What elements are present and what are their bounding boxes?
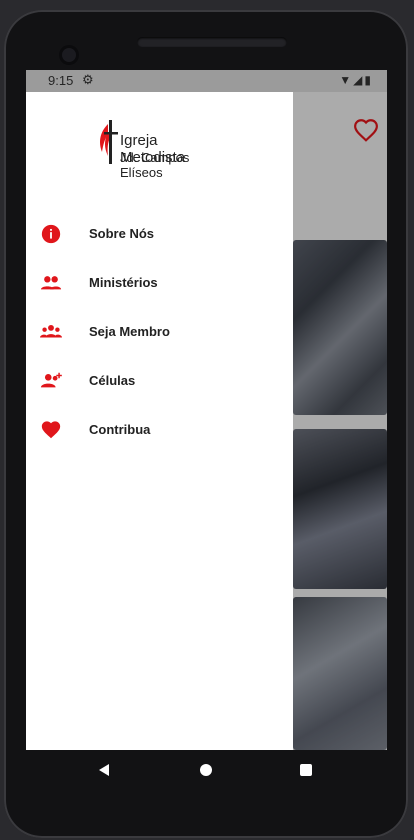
drawer-menu: Sobre Nós Ministérios Seja Membro Célula… [26, 210, 293, 455]
recents-icon[interactable] [300, 764, 312, 776]
system-nav-bar [26, 750, 387, 792]
front-camera [62, 48, 76, 62]
group-icon [40, 324, 62, 338]
people-icon [40, 276, 62, 290]
cross-flame-icon [100, 120, 118, 164]
menu-item-seja-membro[interactable]: Seja Membro [26, 308, 293, 357]
heart-icon [41, 421, 61, 439]
menu-item-celulas[interactable]: Células [26, 357, 293, 406]
menu-item-label: Seja Membro [89, 324, 170, 339]
menu-item-label: Contribua [89, 422, 151, 437]
info-icon [41, 224, 61, 244]
screen: 9:15 ⚙ ▼◢▮ Igreja Metodista Jd. Campos E… [26, 70, 387, 750]
menu-item-sobre-nos[interactable]: Sobre Nós [26, 210, 293, 259]
phone-speaker [137, 37, 287, 47]
church-logo: Igreja Metodista Jd. Campos Elíseos [96, 118, 226, 180]
menu-item-contribua[interactable]: Contribua [26, 406, 293, 455]
person-add-icon [40, 372, 62, 388]
logo-subtitle: Jd. Campos Elíseos [120, 150, 190, 180]
home-icon[interactable] [200, 764, 212, 776]
menu-item-label: Células [89, 373, 136, 388]
back-icon[interactable] [99, 764, 109, 776]
menu-item-ministerios[interactable]: Ministérios [26, 259, 293, 308]
menu-item-label: Ministérios [89, 275, 158, 290]
menu-item-label: Sobre Nós [89, 226, 155, 241]
navigation-drawer: Igreja Metodista Jd. Campos Elíseos Sobr… [26, 92, 293, 750]
